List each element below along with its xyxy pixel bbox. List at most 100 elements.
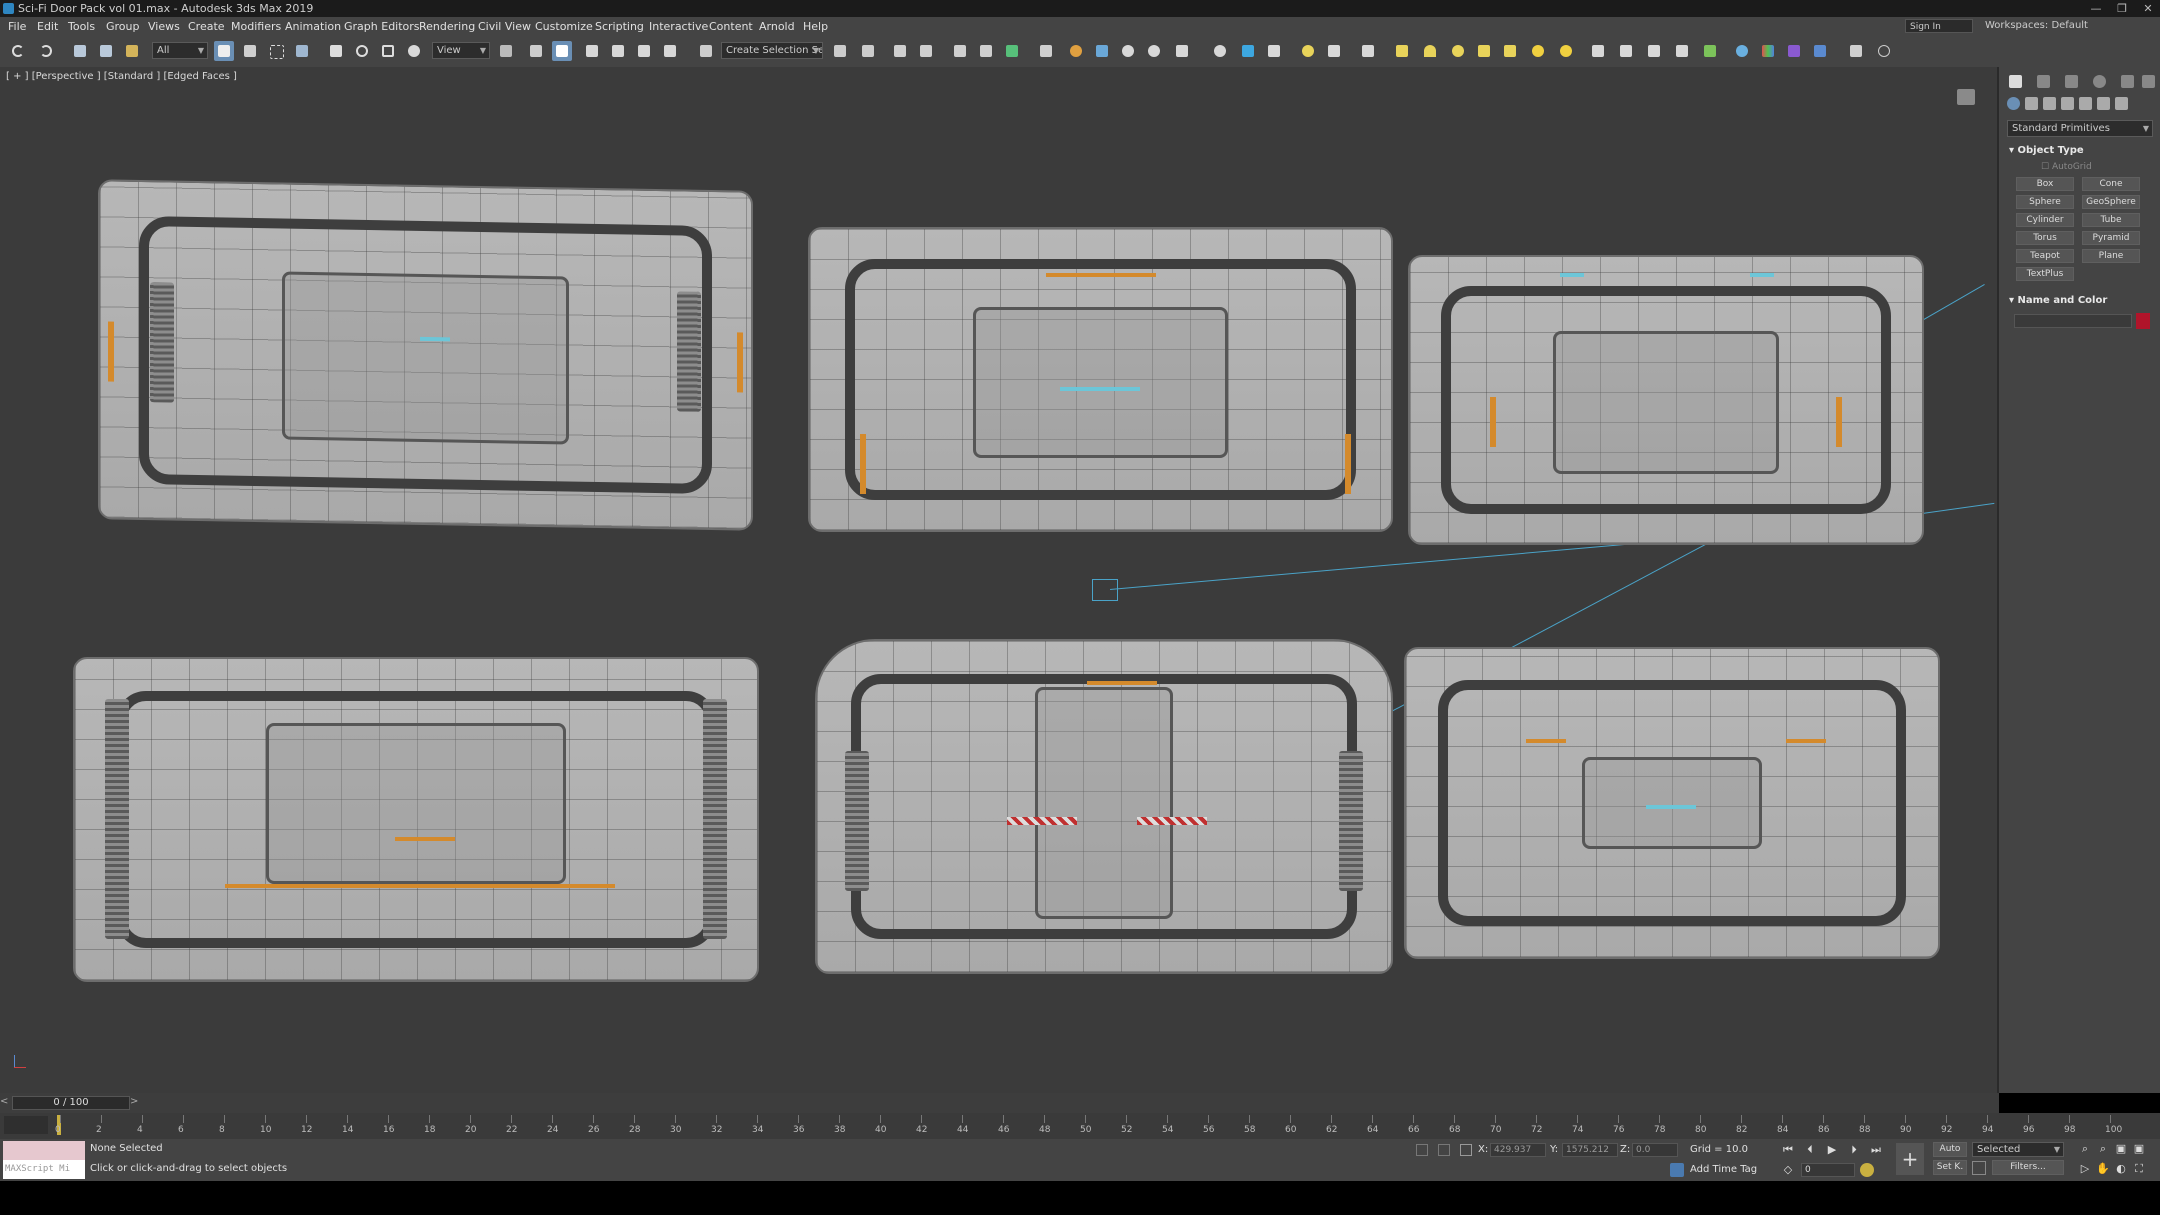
scale-button[interactable] [378, 41, 398, 61]
angle-snap-toggle[interactable] [608, 41, 628, 61]
select-manipulate-button[interactable] [526, 41, 546, 61]
systems-category-icon[interactable] [2115, 97, 2128, 110]
material-editor-button[interactable] [1036, 41, 1056, 61]
redo-button[interactable] [36, 41, 56, 61]
zoom-extents-all-icon[interactable]: ▣ [2132, 1142, 2146, 1156]
arnold-mesh-button[interactable] [1358, 41, 1378, 61]
maxscript-output[interactable] [3, 1141, 85, 1160]
key-mode-icon[interactable]: ◇ [1781, 1163, 1795, 1177]
sun-light-button[interactable] [1528, 41, 1548, 61]
network-button[interactable] [1810, 41, 1830, 61]
y-coordinate-field[interactable]: 1575.212 [1562, 1143, 1618, 1157]
select-object-button[interactable] [214, 41, 234, 61]
keyboard-shortcut-toggle[interactable] [552, 41, 572, 61]
scene-explorer-button[interactable] [890, 41, 910, 61]
procedural-button[interactable] [1644, 41, 1664, 61]
menu-group[interactable]: Group [106, 20, 140, 33]
next-frame-button[interactable]: ⏵ [1847, 1143, 1861, 1157]
field-of-view-icon[interactable]: ▷ [2078, 1162, 2092, 1176]
layer-explorer-button[interactable] [916, 41, 936, 61]
edit-named-selection-button[interactable] [696, 41, 716, 61]
select-by-name-button[interactable] [240, 41, 260, 61]
orbit-icon[interactable]: ◐ [2114, 1162, 2128, 1176]
viewport-label[interactable]: [ + ] [Perspective ] [Standard ] [Edged … [6, 71, 237, 82]
menu-help[interactable]: Help [803, 20, 828, 33]
arnold-ipr-button[interactable] [1238, 41, 1258, 61]
selection-lock-icon[interactable] [1438, 1144, 1450, 1156]
teapot-button[interactable]: Teapot [2016, 249, 2074, 263]
hierarchy-tab-icon[interactable] [2065, 75, 2078, 88]
menu-tools[interactable]: Tools [68, 20, 95, 33]
maximize-viewport-icon[interactable]: ⛶ [2132, 1162, 2146, 1176]
menu-arnold[interactable]: Arnold [759, 20, 795, 33]
box-button[interactable]: Box [2016, 177, 2074, 191]
menu-create[interactable]: Create [188, 20, 225, 33]
window-crossing-button[interactable] [292, 41, 312, 61]
time-tag-icon[interactable] [1670, 1163, 1684, 1177]
previous-frame-button[interactable]: ⏴ [1803, 1143, 1817, 1157]
mini-curve-toggle[interactable] [4, 1116, 48, 1134]
scifi-door-3[interactable] [1408, 255, 1924, 545]
bind-space-warp-button[interactable] [122, 41, 142, 61]
point-light-button[interactable] [1448, 41, 1468, 61]
time-slider-thumb[interactable]: 0 / 100 [12, 1096, 130, 1110]
menu-interactive[interactable]: Interactive [649, 20, 708, 33]
selection-filter-dropdown[interactable]: All ▼ [152, 42, 208, 59]
arnold-render-button[interactable] [1210, 41, 1230, 61]
photometric-light-button[interactable] [1556, 41, 1576, 61]
key-tangent-icon[interactable] [1972, 1161, 1986, 1175]
align-button[interactable] [858, 41, 878, 61]
globe-button[interactable] [1732, 41, 1752, 61]
next-frame-button[interactable]: > [130, 1096, 138, 1107]
scifi-door-5[interactable] [815, 639, 1393, 974]
menu-rendering[interactable]: Rendering [419, 20, 475, 33]
dummy-helper-icon[interactable] [1092, 579, 1118, 601]
region-select-button[interactable] [266, 41, 286, 61]
viewcube-icon[interactable] [1957, 89, 1975, 105]
percent-snap-toggle[interactable] [634, 41, 654, 61]
configure-button[interactable] [1846, 41, 1866, 61]
volume-button[interactable] [1588, 41, 1608, 61]
menu-customize[interactable]: Customize [535, 20, 593, 33]
rendered-frame-window-button[interactable] [1092, 41, 1112, 61]
spinner-snap-toggle[interactable] [660, 41, 680, 61]
absolute-transform-icon[interactable] [1460, 1144, 1472, 1156]
name-and-color-rollout[interactable]: ▾ Name and Color [2009, 295, 2107, 306]
pan-view-icon[interactable]: ✋ [2096, 1162, 2110, 1176]
standin-button[interactable] [1672, 41, 1692, 61]
workspaces-selector[interactable]: Workspaces: Default [1985, 20, 2088, 31]
scifi-door-2[interactable] [808, 227, 1393, 532]
object-color-swatch[interactable] [2136, 313, 2150, 329]
menu-civil-view[interactable]: Civil View [478, 20, 531, 33]
play-button[interactable]: ▶ [1825, 1143, 1839, 1157]
arnold-tools-button[interactable] [1324, 41, 1344, 61]
undo-button[interactable] [8, 41, 28, 61]
mesh-light-button[interactable] [1474, 41, 1494, 61]
arnold-lights-button[interactable] [1298, 41, 1318, 61]
schematic-view-button[interactable] [1002, 41, 1022, 61]
key-filters-button[interactable]: Filters... [1992, 1160, 2064, 1175]
help-button[interactable] [1874, 41, 1894, 61]
time-config-icon[interactable] [1860, 1163, 1874, 1177]
display-tab-icon[interactable] [2121, 75, 2134, 88]
tube-button[interactable]: Tube [2082, 213, 2140, 227]
auto-key-button[interactable]: Auto [1933, 1142, 1967, 1157]
snaps-toggle[interactable] [582, 41, 602, 61]
ray-switch-button[interactable] [1616, 41, 1636, 61]
set-key-plus-button[interactable]: + [1896, 1143, 1924, 1175]
add-time-tag-button[interactable]: Add Time Tag [1690, 1164, 1757, 1175]
helpers-category-icon[interactable] [2079, 97, 2092, 110]
move-button[interactable] [326, 41, 346, 61]
space-warps-category-icon[interactable] [2097, 97, 2110, 110]
menu-scripting[interactable]: Scripting [595, 20, 644, 33]
minimize-button[interactable]: — [2085, 2, 2107, 15]
zoom-icon[interactable]: ⌕ [2078, 1142, 2092, 1156]
textplus-button[interactable]: TextPlus [2016, 267, 2074, 281]
place-button[interactable] [404, 41, 424, 61]
skydome-light-button[interactable] [1420, 41, 1440, 61]
go-to-start-button[interactable]: ⏮ [1781, 1143, 1795, 1157]
cylinder-button[interactable]: Cylinder [2016, 213, 2074, 227]
sign-in-dropdown[interactable]: Sign In [1905, 19, 1973, 33]
menu-views[interactable]: Views [148, 20, 180, 33]
zoom-all-icon[interactable]: ⌕ [2096, 1142, 2110, 1156]
